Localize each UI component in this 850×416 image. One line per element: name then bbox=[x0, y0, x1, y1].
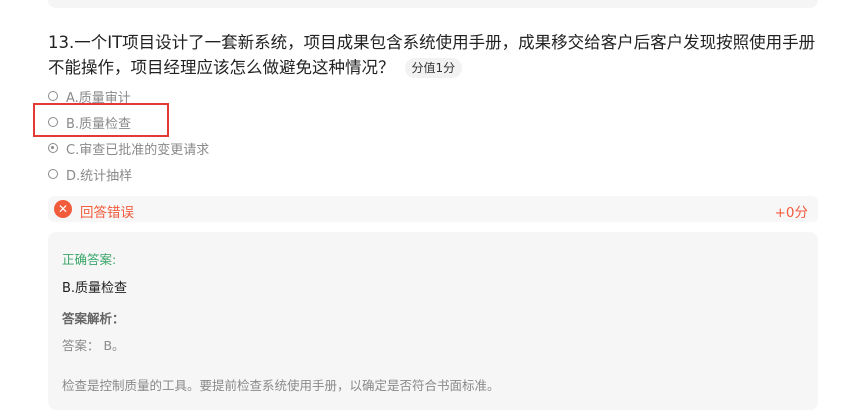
result-bar: ✕ 回答错误 +0分 bbox=[48, 196, 818, 222]
explanation-line-1: 答案： B。 bbox=[62, 338, 125, 353]
result-score: +0分 bbox=[774, 205, 808, 221]
option-c-label: C.审查已批准的变更请求 bbox=[66, 142, 210, 158]
explanation-title: 答案解析： bbox=[62, 311, 125, 326]
previous-card-edge bbox=[48, 0, 818, 8]
option-d[interactable]: D.统计抽样 bbox=[48, 164, 348, 184]
result-label: 回答错误 bbox=[80, 205, 134, 221]
option-c[interactable]: C.审查已批准的变更请求 bbox=[48, 138, 348, 158]
radio-d[interactable] bbox=[48, 169, 58, 179]
highlight-box bbox=[33, 103, 169, 137]
correct-answer-title: 正确答案: bbox=[62, 252, 117, 267]
option-d-label: D.统计抽样 bbox=[66, 168, 133, 184]
explanation-line-2: 检查是控制质量的工具。要提前检查系统使用手册，以确定是否符合书面标准。 bbox=[62, 378, 500, 393]
question-block: 13.一个IT项目设计了一套新系统，项目成果包含系统使用手册，成果移交给客户后客… bbox=[48, 30, 818, 80]
close-icon: ✕ bbox=[54, 200, 72, 218]
score-badge: 分值1分 bbox=[404, 58, 463, 78]
correct-answer: B.质量检查 bbox=[62, 281, 128, 296]
radio-a[interactable] bbox=[48, 91, 58, 101]
analysis-panel: 正确答案: B.质量检查 答案解析： 答案： B。 检查是控制质量的工具。要提前… bbox=[48, 232, 818, 410]
radio-c-selected[interactable] bbox=[48, 143, 58, 153]
